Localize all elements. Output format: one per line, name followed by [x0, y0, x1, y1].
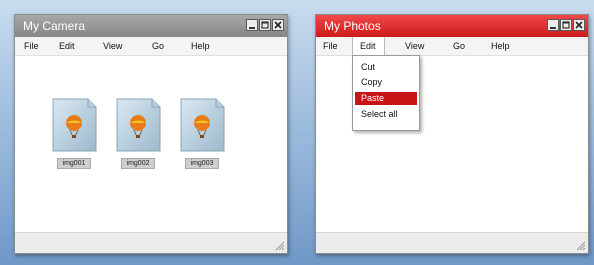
edit-dropdown-menu: Cut Copy Paste Select all	[352, 55, 420, 131]
menu-edit[interactable]: Edit	[57, 37, 77, 55]
close-icon[interactable]	[573, 19, 585, 31]
balloon-image-icon	[52, 98, 97, 152]
photos-window-title: My Photos	[324, 19, 381, 33]
menu-help[interactable]: Help	[189, 37, 212, 55]
maximize-icon[interactable]	[560, 19, 572, 31]
menu-view[interactable]: View	[403, 37, 426, 55]
menu-file[interactable]: File	[22, 37, 41, 55]
camera-window: My Camera File Edit View Go Help img001 …	[14, 14, 288, 254]
minimize-icon[interactable]	[246, 19, 258, 31]
menu-go[interactable]: Go	[451, 37, 467, 55]
camera-menubar: File Edit View Go Help	[15, 37, 287, 56]
menu-view[interactable]: View	[101, 37, 124, 55]
photos-titlebar[interactable]: My Photos	[316, 15, 588, 37]
menu-item-copy[interactable]: Copy	[355, 76, 417, 89]
balloon-image-icon	[180, 98, 225, 152]
resize-grip-icon[interactable]	[576, 241, 586, 251]
camera-window-title: My Camera	[23, 19, 86, 33]
close-icon[interactable]	[272, 19, 284, 31]
photos-statusbar	[316, 232, 588, 253]
menu-item-cut[interactable]: Cut	[355, 61, 417, 74]
camera-statusbar	[15, 232, 287, 253]
photos-window-controls	[547, 19, 585, 31]
menu-help[interactable]: Help	[489, 37, 512, 55]
menu-edit[interactable]: Edit	[352, 37, 385, 56]
file-name: img003	[185, 158, 219, 169]
file-name: img002	[121, 158, 155, 169]
camera-window-controls	[246, 19, 284, 31]
menu-file[interactable]: File	[321, 37, 340, 55]
file-name: img001	[57, 158, 91, 169]
photos-window: My Photos File Edit View Go Help Cut Cop…	[315, 14, 589, 254]
balloon-image-icon	[116, 98, 161, 152]
resize-grip-icon[interactable]	[275, 241, 285, 251]
menu-item-select-all[interactable]: Select all	[355, 108, 417, 121]
desktop-background: My Camera File Edit View Go Help img001 …	[0, 0, 594, 265]
minimize-icon[interactable]	[547, 19, 559, 31]
camera-titlebar[interactable]: My Camera	[15, 15, 287, 37]
photos-menubar: File Edit View Go Help	[316, 37, 588, 56]
menu-item-paste[interactable]: Paste	[355, 92, 417, 105]
maximize-icon[interactable]	[259, 19, 271, 31]
camera-file-area: img001 img002 img003	[15, 56, 287, 233]
menu-go[interactable]: Go	[150, 37, 166, 55]
